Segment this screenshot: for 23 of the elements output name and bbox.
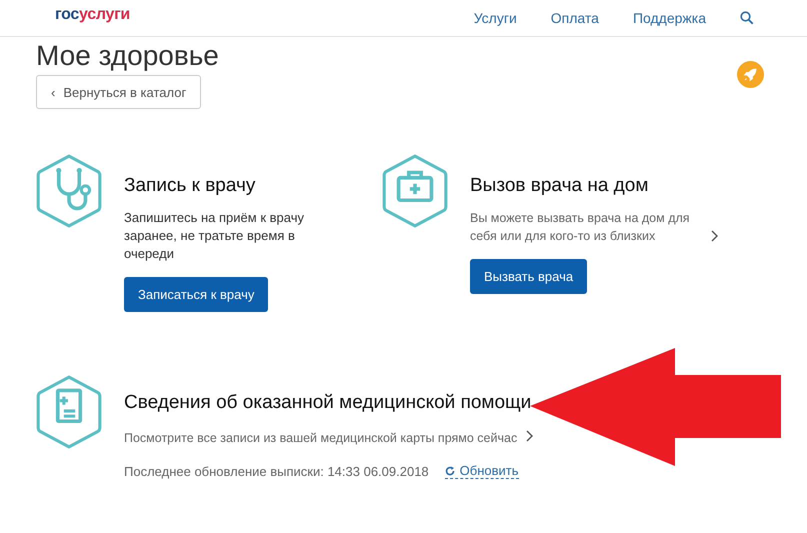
service-button[interactable]: Вызвать врача — [470, 259, 588, 294]
medical-document-icon — [36, 374, 102, 450]
service-button[interactable]: Записаться к врачу — [124, 277, 268, 312]
refresh-link[interactable]: Обновить — [444, 463, 519, 479]
logo[interactable]: госуслуги — [55, 6, 130, 24]
service-title: Запись к врачу — [124, 175, 256, 197]
section-description: Посмотрите все записи из вашей медицинской карты прямо сейчас — [124, 430, 518, 444]
service-description: Запишитесь на приём к врачу заранее, не тратьте время в очереди — [124, 209, 305, 263]
section-title: Сведения об оказанной медицинской помощи — [124, 392, 532, 414]
refresh-icon[interactable] — [444, 466, 455, 476]
back-button[interactable]: ‹ Вернуться в каталог — [36, 75, 202, 109]
search-icon[interactable] — [740, 11, 754, 25]
chevron-icon[interactable] — [526, 430, 534, 442]
nav-link[interactable]: Поддержка — [632, 10, 706, 26]
stethoscope-icon — [36, 153, 102, 229]
medical-case-icon — [382, 153, 448, 229]
service-description: Вы можете вызвать врача на дом для себя или для кого-то из близких — [470, 210, 691, 245]
nav-link[interactable]: Услуги — [474, 10, 517, 26]
service-title: Вызов врача на дом — [470, 175, 650, 197]
nav-link[interactable]: Оплата — [550, 10, 599, 26]
page-title: Мое здоровье — [36, 39, 220, 73]
chevron-icon[interactable] — [711, 230, 718, 242]
last-update-text: Последнее обновление выписки: 14:33 06.09.2018 — [124, 464, 429, 478]
